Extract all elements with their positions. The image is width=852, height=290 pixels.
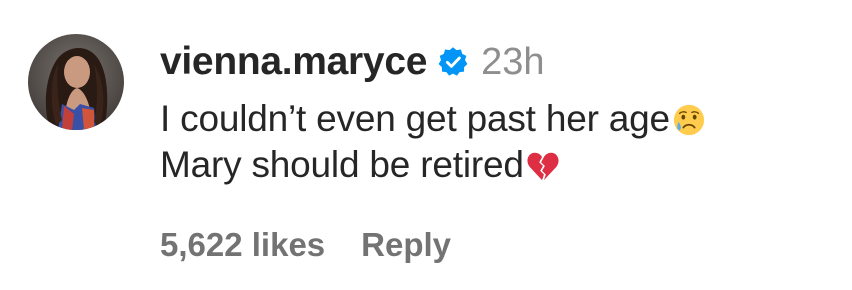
comment-actions: 5,622 likes Reply bbox=[160, 226, 451, 264]
verified-badge-icon bbox=[437, 46, 469, 78]
comment-text: I couldn’t even get past her age Mary sh… bbox=[160, 96, 840, 188]
timestamp[interactable]: 23h bbox=[481, 41, 544, 84]
comment-line-1: I couldn’t even get past her age bbox=[160, 96, 840, 142]
avatar[interactable] bbox=[28, 34, 124, 130]
crying-face-emoji-icon bbox=[672, 103, 706, 137]
comment-line-2-text: Mary should be retired bbox=[160, 144, 524, 185]
reply-button[interactable]: Reply bbox=[361, 226, 451, 264]
comment-line-2: Mary should be retired bbox=[160, 142, 840, 188]
broken-heart-emoji-icon bbox=[526, 149, 560, 183]
comment-line-1-text: I couldn’t even get past her age bbox=[160, 98, 670, 139]
likes-count[interactable]: 5,622 likes bbox=[160, 226, 325, 264]
comment: vienna.maryce 23h I couldn’t even get pa… bbox=[0, 0, 852, 290]
comment-header: vienna.maryce 23h bbox=[160, 38, 545, 86]
username[interactable]: vienna.maryce bbox=[160, 40, 427, 84]
